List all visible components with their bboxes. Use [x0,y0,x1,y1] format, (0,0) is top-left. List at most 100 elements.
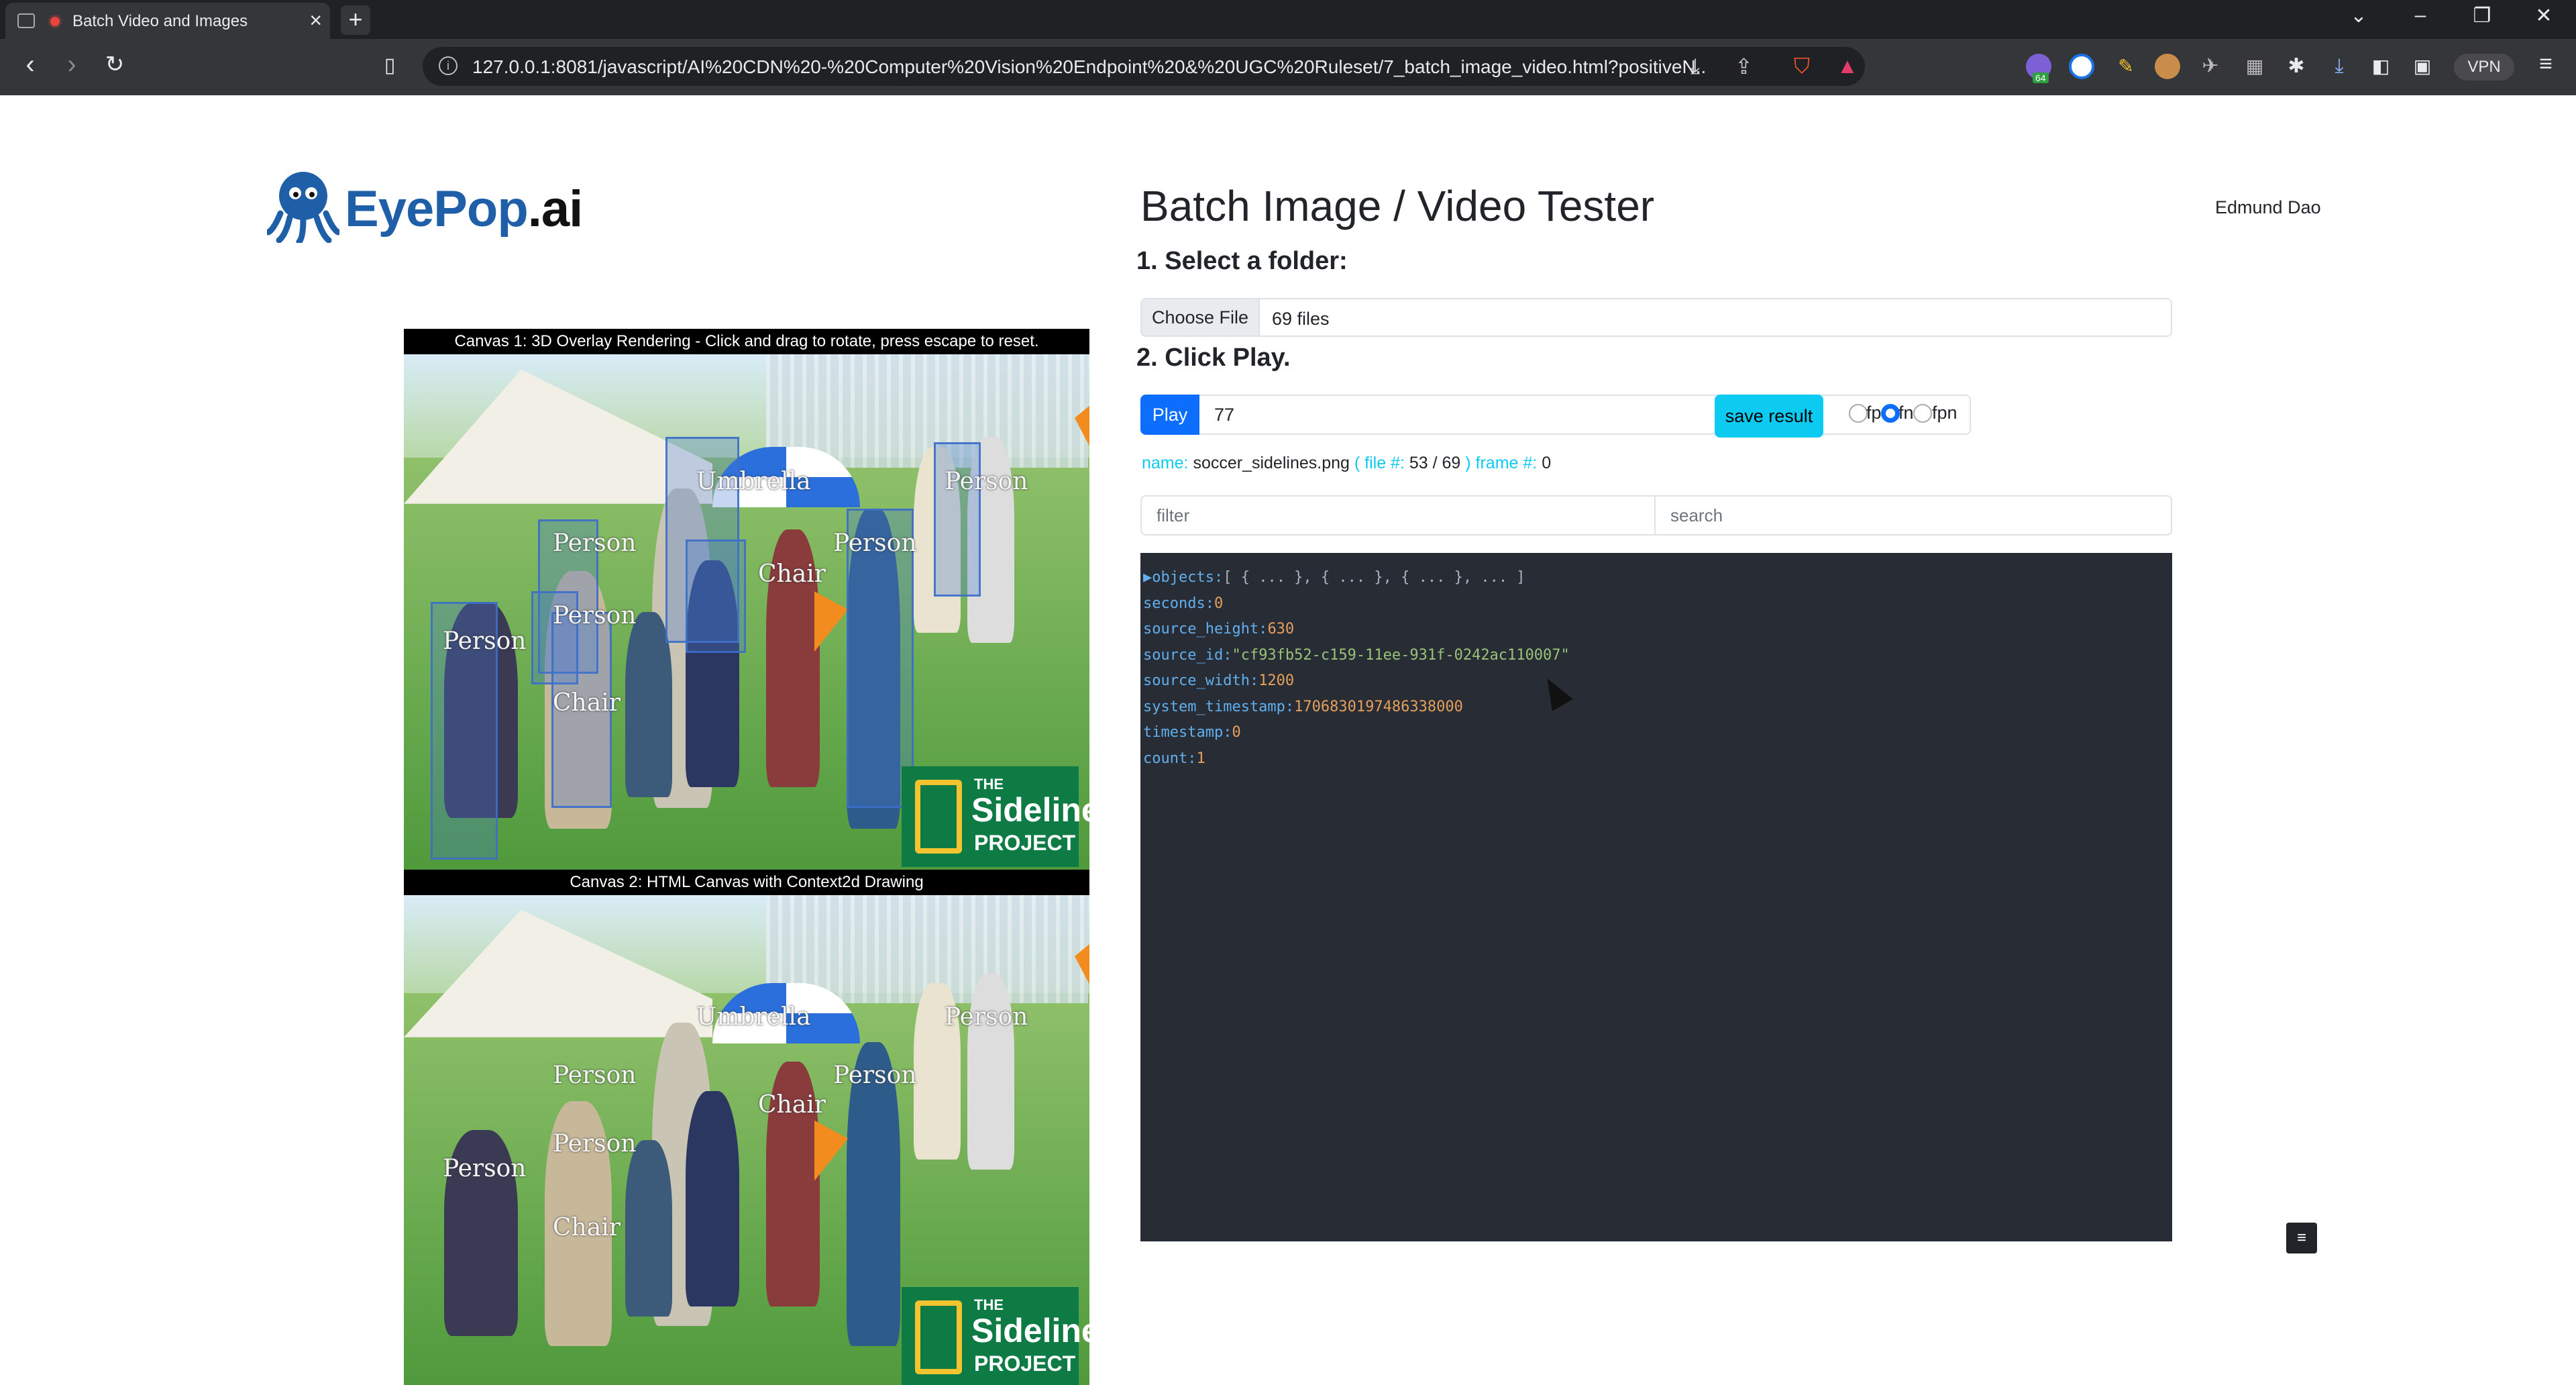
detection-label: Chair [553,1213,621,1241]
wallet-icon[interactable]: ▣ [2410,54,2435,79]
extensions-puzzle-icon[interactable]: ✱ [2284,54,2309,79]
frame-number: 0 [1542,454,1552,472]
detection-label: Person [443,1154,527,1182]
brave-shield-icon[interactable]: ⛉ [1794,54,1810,79]
page-content: EyePop.ai Batch Image / Video Tester Edm… [0,95,2576,1385]
vpn-button[interactable]: VPN [2454,54,2514,81]
detection-label: Person [553,1130,637,1158]
forward-icon[interactable]: › [55,50,89,80]
detection-label: Chair [553,689,621,717]
downloads-icon[interactable]: ⤓ [2326,54,2352,79]
canvas2-heading: Canvas 2: HTML Canvas with Context2d Dra… [404,870,1089,895]
detection-label: Umbrella [696,1003,811,1031]
download-page-icon[interactable]: ⤓ [1690,54,1700,79]
tab-search-chevron-icon[interactable]: ⌄ [2339,4,2379,28]
radio-fp[interactable] [1849,404,1868,423]
file-number-label: ( file #: [1354,454,1405,472]
extension-circle-icon[interactable] [2069,54,2094,79]
filter-input[interactable]: filter [1140,495,1656,535]
logo-mid-text: Sideline [971,1312,1089,1349]
radio-fpn[interactable] [1913,404,1932,423]
person-figure [686,1091,739,1307]
json-row-source-id: source_id:"cf93fb52-c159-11ee-931f-0242a… [1143,646,1570,664]
new-tab-button[interactable]: + [341,5,370,35]
search-input[interactable]: search [1656,495,2172,535]
user-name: Edmund Dao [2215,197,2321,217]
radio-fn[interactable] [1881,404,1900,423]
json-viewer[interactable]: ▶objects:[ { ... }, { ... }, { ... }, ..… [1140,553,2172,1241]
step2-heading: 2. Click Play. [1136,344,1291,372]
extension-grid-icon[interactable]: ▦ [2242,54,2267,79]
browser-menu-icon[interactable]: ≡ [2529,51,2563,77]
detection-label: Person [553,1062,637,1090]
browser-toolbar: ‹ › ↻ ▯ i 127.0.0.1:8081/javascript/AI%2… [0,39,2576,95]
tab-close-icon[interactable]: × [309,8,322,33]
detection-box [686,540,746,654]
vpn-label: VPN [2467,58,2501,76]
detection-label: Chair [758,560,826,588]
recording-indicator-icon [48,15,62,28]
name-label: name: [1142,454,1189,472]
step1-heading: 1. Select a folder: [1136,247,1348,275]
detection-label: Person [553,601,637,629]
json-row-count: count:1 [1143,750,1205,767]
brave-rewards-icon[interactable]: ▲ [1837,54,1858,79]
frame-number-label: ) frame #: [1465,454,1538,472]
minimize-window-button[interactable]: – [2400,4,2440,27]
radio-fn-label: fn [1898,403,1914,423]
files-count: 69 files [1272,309,1330,329]
address-bar[interactable]: i 127.0.0.1:8081/javascript/AI%20CDN%20-… [423,47,1865,86]
logo-wordmark: EyePop.ai [345,181,583,238]
person-figure [625,1140,672,1317]
detection-label: Person [945,1003,1028,1031]
extension-wing-icon[interactable]: ✈ [2198,54,2223,79]
detection-box [934,442,981,597]
close-window-button[interactable]: ✕ [2524,4,2564,28]
detection-label: Umbrella [696,467,811,495]
browser-tab-strip: Batch Video and Images × + ⌄ – ❐ ✕ [0,0,2576,39]
share-icon[interactable]: ⇪ [1735,54,1753,79]
json-row-system-timestamp: system_timestamp:1706830197486338000 [1143,698,1463,715]
logo-bottom-text: PROJECT [974,831,1076,856]
radio-fp-label: fp [1866,403,1882,423]
canvas2-context2d[interactable]: Umbrella Person Person Chair Person Person Per… [404,895,1089,1385]
bookmark-icon[interactable]: ▯ [373,54,407,77]
logo-bottom-text: PROJECT [974,1351,1076,1376]
menu-toggle-button[interactable]: ≡ [2286,1223,2317,1253]
detection-label: Person [833,529,917,558]
chair-logo-icon [915,780,962,854]
json-row-source-height: source_height:630 [1143,621,1295,637]
folder-file-input[interactable]: Choose File 69 files [1140,298,2172,337]
json-row-seconds: seconds:0 [1143,595,1224,612]
reload-icon[interactable]: ↻ [98,51,131,78]
restore-window-button[interactable]: ❐ [2462,4,2502,28]
site-info-icon[interactable]: i [439,56,458,75]
canvas1-heading: Canvas 1: 3D Overlay Rendering - Click a… [404,329,1089,354]
choose-file-button[interactable]: Choose File [1142,299,1260,336]
json-row-objects[interactable]: ▶objects:[ { ... }, { ... }, { ... }, ..… [1143,569,1525,586]
radio-fpn-label: fpn [1932,403,1957,423]
json-row-timestamp: timestamp:0 [1143,724,1241,741]
tab-favicon-icon [17,13,35,28]
detection-label: Person [443,627,527,656]
back-icon[interactable]: ‹ [13,50,47,80]
octopus-logo-icon [267,172,339,243]
sidebar-toggle-icon[interactable]: ◧ [2368,54,2394,79]
pencil-extension-icon[interactable]: ✎ [2113,54,2139,79]
file-number: 53 / 69 [1409,454,1461,472]
eyepop-logo: EyePop.ai [262,168,610,248]
play-button[interactable]: Play [1140,395,1199,435]
file-name: soccer_sidelines.png [1193,454,1350,472]
logo-mid-text: Sideline [971,791,1089,829]
cookie-extension-icon[interactable] [2155,54,2180,79]
canvas1-3d-overlay[interactable]: Umbrella Person Person Chair Person Person Per… [404,354,1089,870]
sideline-project-logo: THE Sideline PROJECT [902,1287,1089,1385]
file-status-line: name: soccer_sidelines.png ( file #: 53 … [1142,454,1551,473]
extension-badge: 64 [2033,72,2049,83]
tab-title: Batch Video and Images [72,12,248,30]
save-result-button[interactable]: save result [1715,395,1823,438]
page-title: Batch Image / Video Tester [1140,182,1655,230]
play-input-group: Play 77 [1140,395,1971,435]
browser-tab[interactable]: Batch Video and Images × [5,3,330,39]
detection-label: Person [945,467,1028,495]
